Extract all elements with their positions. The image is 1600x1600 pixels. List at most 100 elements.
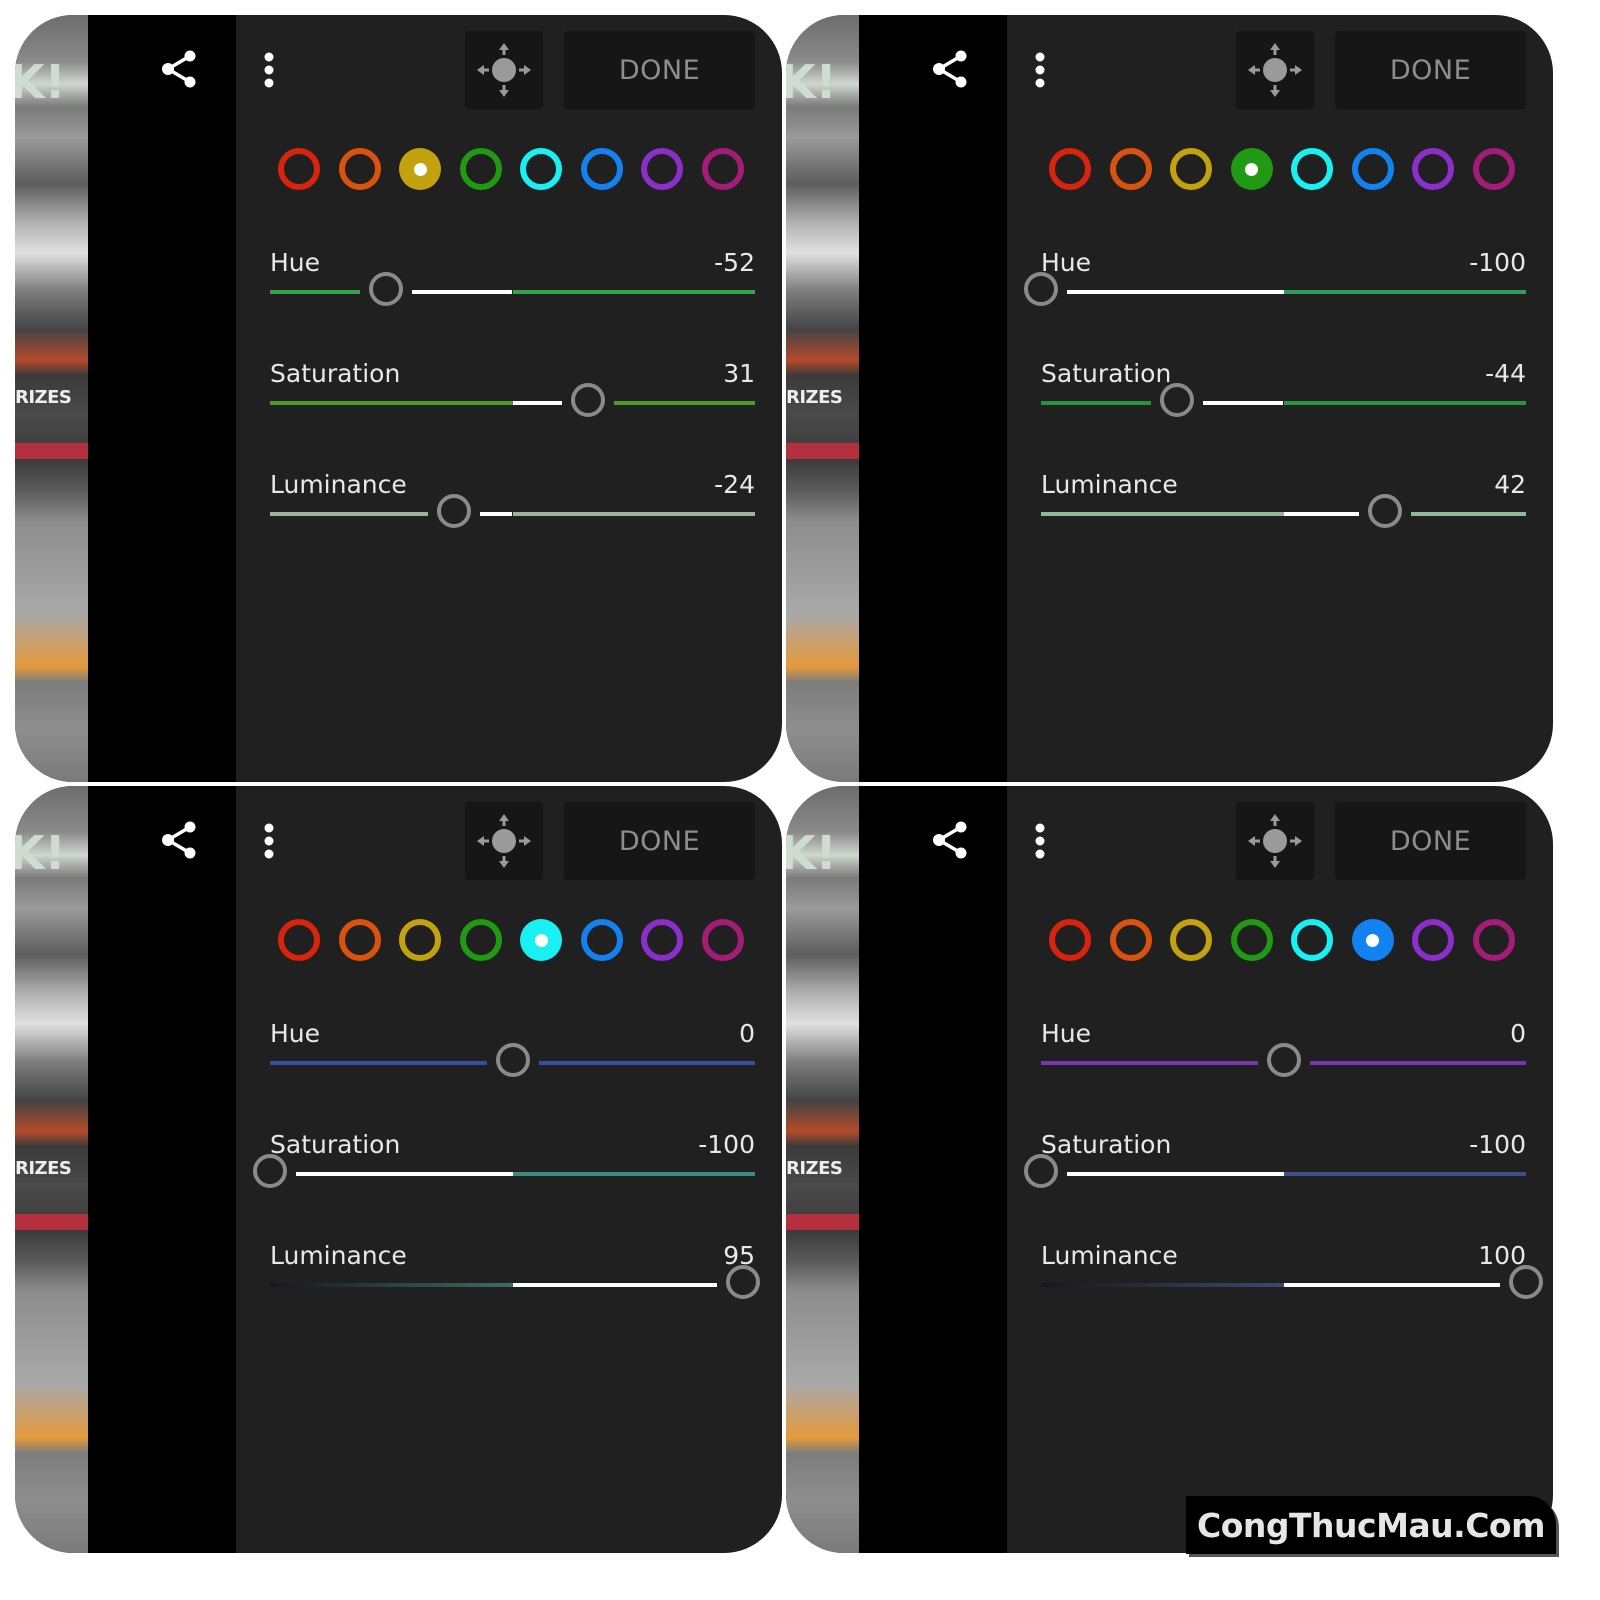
- slider-thumb[interactable]: [1266, 1043, 1301, 1077]
- swatch-green[interactable]: [459, 919, 502, 961]
- slider-thumb[interactable]: [1368, 494, 1403, 528]
- done-button[interactable]: DONE: [1335, 802, 1526, 880]
- swatch-aqua[interactable]: [1291, 148, 1333, 190]
- slider-thumb[interactable]: [495, 1043, 530, 1077]
- swatch-magenta[interactable]: [701, 919, 744, 961]
- slider-label: Hue: [1041, 248, 1092, 277]
- swatch-aqua[interactable]: [520, 148, 562, 190]
- slider-track[interactable]: [270, 494, 755, 528]
- track-fill-right: [1309, 1061, 1526, 1065]
- slider-thumb[interactable]: [437, 494, 472, 528]
- photo-preview[interactable]: K! RIZES: [15, 15, 88, 782]
- swatch-blue[interactable]: [580, 148, 623, 190]
- swatch-red[interactable]: [278, 148, 320, 190]
- slider-track[interactable]: [270, 272, 755, 306]
- track-fill-right: [512, 290, 755, 294]
- swatch-blue[interactable]: [1351, 148, 1394, 190]
- targeted-adjustment-button[interactable]: [465, 31, 543, 109]
- slider-track[interactable]: [270, 1043, 755, 1077]
- share-icon[interactable]: [160, 49, 200, 89]
- slider-label: Luminance: [270, 1241, 407, 1270]
- swatch-purple[interactable]: [641, 919, 683, 961]
- swatch-yellow[interactable]: [399, 148, 441, 190]
- swatch-green[interactable]: [459, 148, 502, 190]
- selected-indicator: [534, 933, 548, 947]
- slider-thumb[interactable]: [725, 1265, 760, 1299]
- targeted-adjustment-button[interactable]: [1236, 31, 1314, 109]
- slider-track[interactable]: [1024, 1154, 1526, 1188]
- track-fill-left: [1041, 401, 1151, 405]
- swatch-blue[interactable]: [580, 919, 623, 961]
- swatch-magenta[interactable]: [1472, 919, 1515, 961]
- done-button[interactable]: DONE: [564, 31, 755, 109]
- swatch-magenta[interactable]: [1472, 148, 1515, 190]
- top-toolbar: [88, 15, 274, 782]
- done-button[interactable]: DONE: [1335, 31, 1526, 109]
- more-options-icon[interactable]: [1025, 822, 1055, 862]
- slider-label: Saturation: [270, 1130, 401, 1159]
- share-icon[interactable]: [931, 49, 971, 89]
- slider-label: Hue: [270, 248, 321, 277]
- slider-thumb[interactable]: [1509, 1265, 1543, 1299]
- slider-thumb[interactable]: [253, 1154, 287, 1188]
- swatch-purple[interactable]: [1412, 148, 1454, 190]
- share-icon[interactable]: [160, 820, 200, 860]
- more-options-icon[interactable]: [254, 822, 284, 862]
- slider-label: Hue: [1041, 1019, 1092, 1048]
- swatch-red[interactable]: [278, 919, 320, 961]
- swatch-magenta[interactable]: [701, 148, 744, 190]
- swatch-red[interactable]: [1049, 919, 1091, 961]
- track-fill-active: [512, 401, 562, 405]
- slider-track[interactable]: [1041, 494, 1526, 528]
- targeted-adjustment-button[interactable]: [465, 802, 543, 880]
- share-icon[interactable]: [931, 820, 971, 860]
- slider-track[interactable]: [1024, 272, 1526, 306]
- slider-thumb[interactable]: [369, 272, 404, 306]
- swatch-green[interactable]: [1230, 919, 1273, 961]
- slider-label: Luminance: [270, 470, 407, 499]
- swatch-orange[interactable]: [338, 919, 381, 961]
- slider-track[interactable]: [270, 1265, 760, 1299]
- slider-track[interactable]: [1041, 1043, 1526, 1077]
- track-fill-left: [270, 401, 513, 405]
- swatch-orange[interactable]: [338, 148, 381, 190]
- swatch-blue[interactable]: [1351, 919, 1394, 961]
- more-options-icon[interactable]: [1025, 51, 1055, 91]
- photo-red-band: [786, 1214, 859, 1230]
- track-fill-left: [1041, 512, 1284, 516]
- swatch-purple[interactable]: [1412, 919, 1454, 961]
- swatch-purple[interactable]: [641, 148, 683, 190]
- photo-text-mark: K!: [786, 826, 837, 880]
- top-toolbar: [859, 786, 1045, 1553]
- more-options-icon[interactable]: [254, 51, 284, 91]
- slider-label: Luminance: [1041, 470, 1178, 499]
- swatch-red[interactable]: [1049, 148, 1091, 190]
- slider-thumb[interactable]: [1024, 272, 1058, 306]
- swatch-orange[interactable]: [1109, 148, 1152, 190]
- photo-preview[interactable]: K! RIZES: [786, 786, 859, 1553]
- track-fill-left: [270, 512, 429, 516]
- slider-thumb[interactable]: [570, 383, 605, 417]
- slider-thumb[interactable]: [1159, 383, 1194, 417]
- swatch-orange[interactable]: [1109, 919, 1152, 961]
- slider-thumb[interactable]: [1024, 1154, 1058, 1188]
- swatch-yellow[interactable]: [399, 919, 441, 961]
- targeted-adjustment-button[interactable]: [1236, 802, 1314, 880]
- swatch-aqua[interactable]: [520, 919, 562, 961]
- slider-track[interactable]: [1041, 383, 1526, 417]
- slider-track[interactable]: [1041, 1265, 1543, 1299]
- swatch-green[interactable]: [1230, 148, 1273, 190]
- swatch-aqua[interactable]: [1291, 919, 1333, 961]
- photo-text-prizes: RIZES: [786, 1158, 843, 1179]
- swatch-yellow[interactable]: [1170, 919, 1212, 961]
- done-button[interactable]: DONE: [564, 802, 755, 880]
- slider-track[interactable]: [253, 1154, 755, 1188]
- photo-preview[interactable]: K! RIZES: [786, 15, 859, 782]
- slider-track[interactable]: [270, 383, 755, 417]
- watermark: CongThucMau.Com: [1186, 1496, 1556, 1554]
- photo-text-mark: K!: [15, 55, 66, 109]
- photo-red-band: [15, 443, 88, 459]
- swatch-yellow[interactable]: [1170, 148, 1212, 190]
- photo-preview[interactable]: K! RIZES: [15, 786, 88, 1553]
- photo-text-mark: K!: [786, 55, 837, 109]
